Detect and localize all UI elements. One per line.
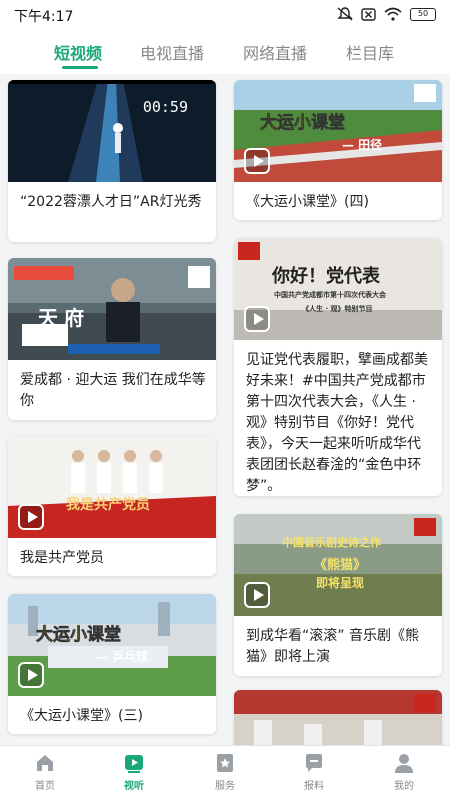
mute-icon [337, 7, 353, 21]
play-icon [18, 504, 44, 530]
tab-web-live[interactable]: 网络直播 [243, 40, 307, 64]
nav-profile[interactable]: 我的 [374, 752, 434, 792]
nav-media[interactable]: 视听 [104, 752, 164, 792]
video-card[interactable]: 00:59 “2022蓉漂人才日”AR灯光秀 [8, 80, 216, 242]
wifi-icon [384, 7, 402, 21]
home-icon [37, 755, 53, 771]
play-icon [244, 148, 270, 174]
thumbnail-image [8, 80, 216, 182]
video-thumbnail: 大运小课堂 — 田径 [234, 80, 442, 182]
thumbnail-overlay-subtext-2: 《人生 · 观》特别节目 [302, 305, 373, 313]
thumbnail-overlay-subtext: — 田径 [342, 138, 383, 152]
nav-service-label: 服务 [215, 781, 235, 792]
active-tab-indicator [62, 66, 98, 69]
bottom-nav: 首页 视听 服务 报料 我的 [0, 745, 450, 800]
video-title: 我是共产党员 [20, 550, 104, 566]
sim-off-icon [361, 7, 376, 21]
thumbnail-overlay-text: 天府 [38, 306, 90, 330]
video-play-icon [125, 755, 143, 773]
video-title: “2022蓉漂人才日”AR灯光秀 [20, 194, 202, 210]
video-card[interactable]: 你好！党代表 中国共产党成都市第十四次代表大会 《人生 · 观》特别节目 见证党… [234, 238, 442, 496]
video-thumbnail: 中国音乐剧史诗之作 《熊猫》 即将呈现 [234, 514, 442, 616]
tab-program-library[interactable]: 栏目库 [346, 40, 394, 64]
nav-profile-label: 我的 [394, 781, 414, 792]
user-icon [395, 754, 413, 773]
thumbnail-overlay-text: 中国音乐剧史诗之作 [282, 536, 381, 549]
nav-media-label: 视听 [124, 781, 144, 792]
thumbnail-overlay-text: 我是共产党员 [66, 497, 150, 513]
video-card[interactable]: 中国音乐剧史诗之作 《熊猫》 即将呈现 到成华看“滚滚” 音乐剧《熊猫》即将上演 [234, 514, 442, 676]
video-title: 爱成都 · 迎大运 我们在成华等你 [20, 372, 206, 409]
video-card[interactable]: 天府 爱成都 · 迎大运 我们在成华等你 [8, 258, 216, 420]
video-card[interactable]: 我是共产党员 我是共产党员 [8, 436, 216, 576]
thumbnail-overlay-subtext: — 乒乓球 [96, 650, 149, 664]
thumbnail-overlay-subtext: 《熊猫》 [314, 558, 367, 573]
video-thumbnail: 我是共产党员 [8, 436, 216, 538]
thumbnail-overlay-text: 大运小课堂 [36, 625, 122, 646]
nav-service[interactable]: 服务 [195, 752, 255, 792]
thumbnail-overlay-subtext: 中国共产党成都市第十四次代表大会 [274, 291, 386, 299]
chat-bubble-icon [306, 754, 322, 772]
video-thumbnail: 大运小课堂 — 乒乓球 [8, 594, 216, 696]
star-badge-icon [217, 754, 233, 772]
play-icon [244, 306, 270, 332]
status-icons: 50 [337, 7, 436, 21]
video-thumbnail: 00:59 [8, 80, 216, 182]
thumbnail-overlay-text: 你好！党代表 [272, 266, 380, 287]
battery-icon: 50 [410, 7, 436, 21]
video-duration: 00:59 [142, 98, 188, 116]
video-thumbnail: 天府 [8, 258, 216, 360]
content-tabs: 短视频 电视直播 网络直播 栏目库 [0, 30, 450, 74]
video-title: 到成华看“滚滚” 音乐剧《熊猫》即将上演 [246, 628, 419, 665]
video-title: 见证党代表履职，擘画成都美好未来！#中国共产党成都市第十四次代表大会，《人生 ·… [246, 352, 428, 494]
video-title: 《大运小课堂》(三) [20, 708, 143, 724]
play-icon [244, 582, 270, 608]
video-card[interactable]: 大运小课堂 — 田径 《大运小课堂》(四) [234, 80, 442, 220]
play-icon [18, 662, 44, 688]
status-time: 下午4:17 [14, 9, 74, 25]
video-title: 《大运小课堂》(四) [246, 194, 369, 210]
nav-home[interactable]: 首页 [15, 752, 75, 792]
nav-report[interactable]: 报料 [284, 752, 344, 792]
video-thumbnail: 你好！党代表 中国共产党成都市第十四次代表大会 《人生 · 观》特别节目 [234, 238, 442, 340]
thumbnail-overlay-text: 大运小课堂 [260, 113, 346, 134]
tab-tv-live[interactable]: 电视直播 [140, 40, 204, 64]
nav-report-label: 报料 [304, 781, 324, 792]
tab-short-video[interactable]: 短视频 [54, 40, 102, 64]
video-card[interactable]: 大运小课堂 — 乒乓球 《大运小课堂》(三) [8, 594, 216, 734]
nav-home-label: 首页 [35, 781, 55, 792]
status-bar: 下午4:17 50 [0, 0, 450, 30]
thumbnail-overlay-subtext-2: 即将呈现 [316, 576, 365, 590]
